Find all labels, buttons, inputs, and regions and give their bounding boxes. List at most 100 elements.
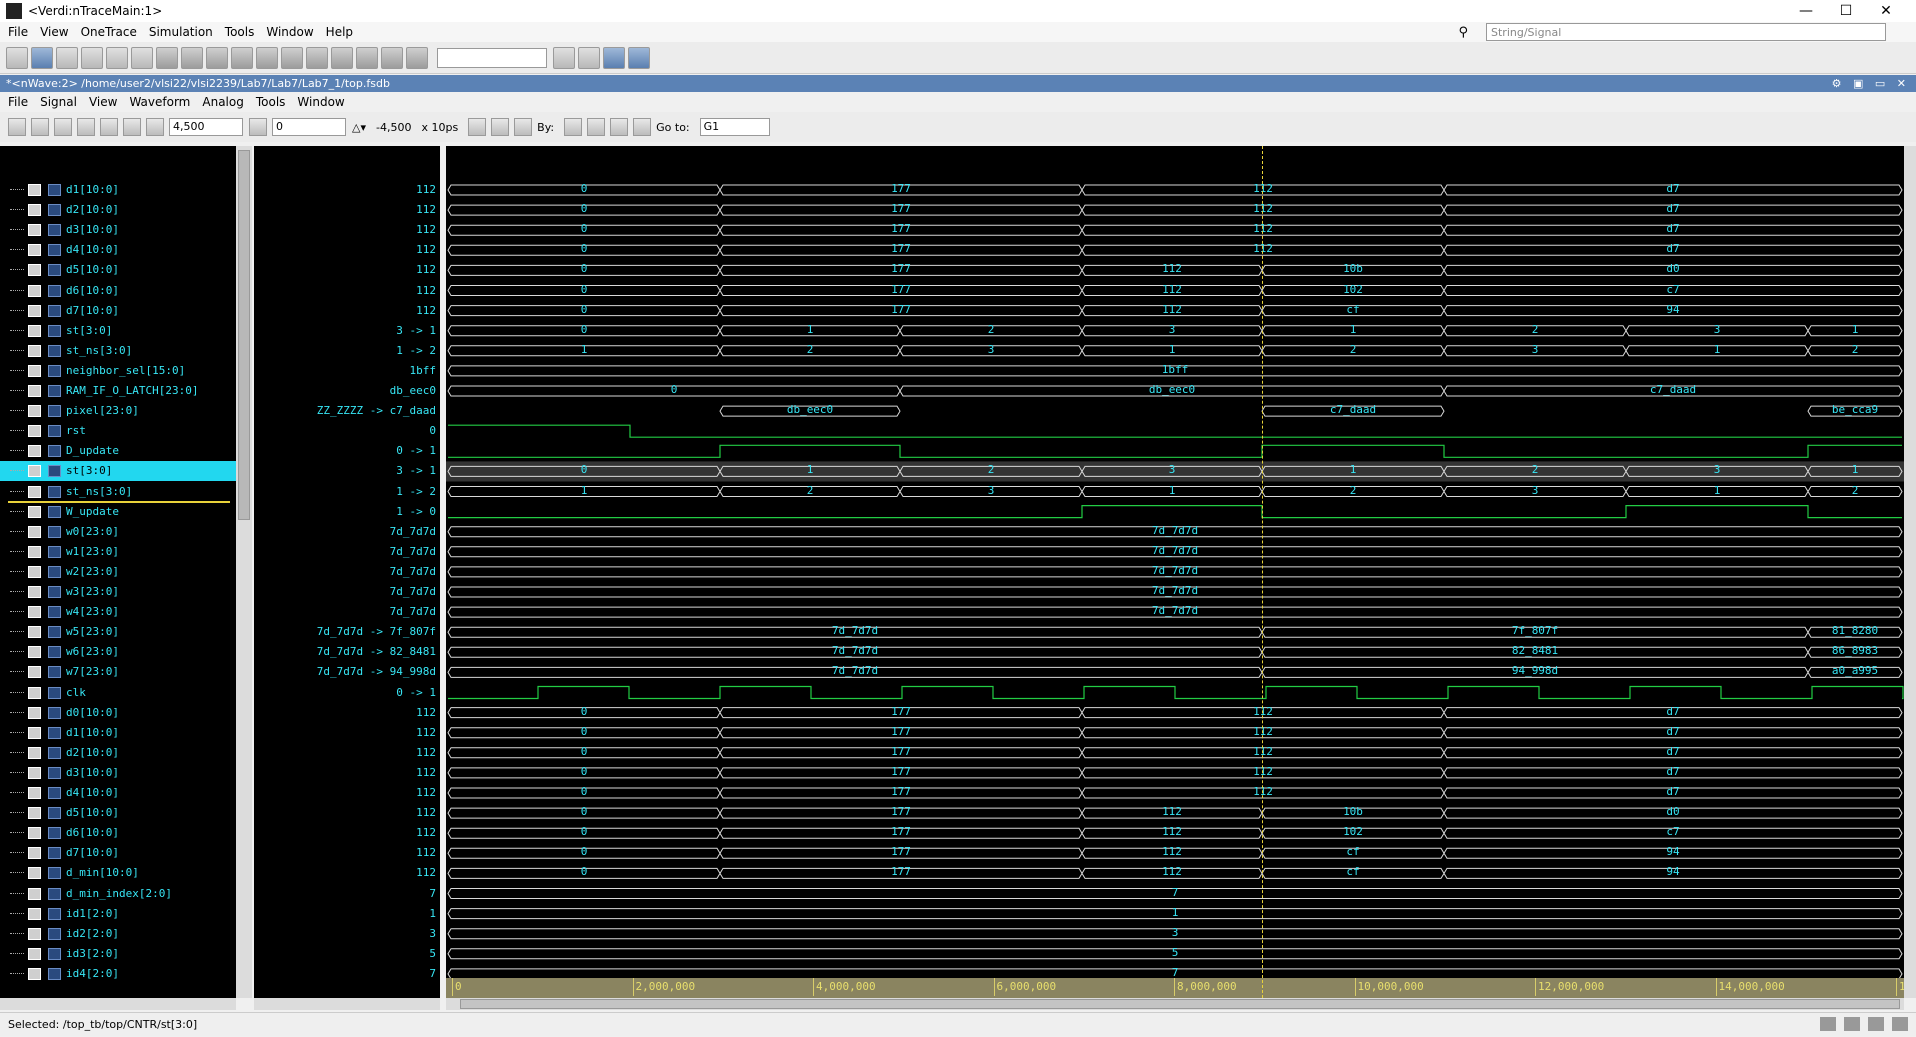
signal-row[interactable]: d1[10:0] [0,723,236,743]
wave-menu-window[interactable]: Window [297,95,344,109]
signal-row[interactable]: d2[10:0] [0,200,236,220]
signal-hscroll[interactable] [0,998,236,1010]
signal-row[interactable]: rst [0,421,236,441]
signal-row[interactable]: w1[23:0] [0,542,236,562]
signal-row[interactable]: D_update [0,441,236,461]
menu-tools[interactable]: Tools [225,25,255,39]
signal-row[interactable]: w6[23:0] [0,642,236,662]
signal-row[interactable]: d0[10:0] [0,703,236,723]
zoom-find-icon[interactable] [553,46,575,69]
signal-row[interactable]: w4[23:0] [0,602,236,622]
search-icon[interactable]: ⚲ [1458,25,1468,40]
signal-row[interactable]: d7[10:0] [0,301,236,321]
signal-row[interactable]: w2[23:0] [0,562,236,582]
search-clear-icon[interactable] [633,118,652,136]
hierarchy-icon[interactable] [356,46,378,69]
wave-menu-analog[interactable]: Analog [202,95,243,109]
new-icon[interactable] [131,46,153,69]
signal-row[interactable]: d6[10:0] [0,281,236,301]
signal-row[interactable]: d_min_index[2:0] [0,884,236,904]
right-arrow-icon[interactable] [231,46,253,69]
run-icon[interactable] [628,46,650,69]
cursor-icon[interactable] [146,118,164,136]
signal-row[interactable]: id2[2:0] [0,924,236,944]
cut-icon[interactable] [77,118,95,136]
signal-row[interactable]: d7[10:0] [0,843,236,863]
signal-row[interactable]: d4[10:0] [0,783,236,803]
load-icon[interactable] [281,46,303,69]
zoom-select-icon[interactable] [578,46,600,69]
signal-row[interactable]: st_ns[3:0] [0,341,236,361]
scope-combo[interactable] [437,47,547,68]
marker-time-field[interactable]: 0 [272,118,346,136]
wave-vscroll[interactable] [1904,146,1916,998]
signal-row[interactable]: pixel[23:0] [0,401,236,421]
search-prev-icon[interactable] [587,118,606,136]
marker-icon[interactable] [249,118,267,136]
menu-help[interactable]: Help [326,25,353,39]
signal-row[interactable]: d4[10:0] [0,240,236,260]
wave-menu-waveform[interactable]: Waveform [129,95,190,109]
reload-icon[interactable] [31,118,49,136]
open-icon[interactable] [6,46,28,69]
search-input[interactable]: String/Signal [1486,23,1886,41]
signal-row[interactable]: w7[23:0] [0,662,236,682]
maximize-button[interactable]: ☐ [1826,0,1866,22]
signal-row[interactable]: w3[23:0] [0,582,236,602]
signal-row[interactable]: st_ns[3:0] [0,482,236,502]
goto-select[interactable]: G1 [699,118,770,136]
signal-row[interactable]: w5[23:0] [0,622,236,642]
schematic-icon[interactable] [56,46,78,69]
menu-view[interactable]: View [40,25,68,39]
zoom-fit-icon[interactable] [514,118,533,136]
left-arrow-icon[interactable] [206,46,228,69]
search-next-icon[interactable] [610,118,629,136]
signal-row[interactable]: d3[10:0] [0,763,236,783]
signal-row[interactable]: id3[2:0] [0,944,236,964]
menu-onetrace[interactable]: OneTrace [81,25,137,39]
layout-icon[interactable] [1844,1017,1860,1031]
signal-row[interactable]: clk [0,683,236,703]
signal-row[interactable]: W_update [0,502,236,522]
up-icon[interactable] [306,46,328,69]
paste-icon[interactable] [123,118,141,136]
flatten-icon[interactable] [381,46,403,69]
value-hscroll[interactable] [254,998,440,1010]
edit-icon[interactable] [106,46,128,69]
back-icon[interactable] [156,46,178,69]
signal-row[interactable]: neighbor_sel[15:0] [0,361,236,381]
wave-hscroll[interactable] [446,998,1904,1010]
signal-row[interactable]: w0[23:0] [0,522,236,542]
signal-row[interactable]: d1[10:0] [0,180,236,200]
signal-row[interactable]: d5[10:0] [0,803,236,823]
time-cursor[interactable] [1262,146,1263,998]
forward-icon[interactable] [181,46,203,69]
signal-row[interactable]: d6[10:0] [0,823,236,843]
search-by-icon[interactable] [564,118,583,136]
driver-icon[interactable] [256,46,278,69]
copy-icon[interactable] [100,118,118,136]
open-file-icon[interactable] [8,118,26,136]
debug-icon[interactable] [603,46,625,69]
wave-menu-file[interactable]: File [8,95,28,109]
signal-row[interactable]: RAM_IF_O_LATCH[23:0] [0,381,236,401]
home-icon[interactable] [1820,1017,1836,1031]
close-button[interactable]: ✕ [1866,0,1906,22]
menu-file[interactable]: File [8,25,28,39]
down-icon[interactable] [331,46,353,69]
minimize-button[interactable]: — [1786,0,1826,22]
waveform-panel[interactable]: 0 177 112 d7 0 177 112 d7 0 177 112 d7 0 177 112 d7 0 177… [446,146,1904,998]
menu-window[interactable]: Window [266,25,313,39]
cursor-time-field[interactable]: 4,500 [169,118,243,136]
signal-row[interactable]: id4[2:0] [0,964,236,984]
wave-window-controls[interactable]: ⚙ ▣ ▭ ✕ [1832,75,1910,92]
signal-row[interactable]: d5[10:0] [0,260,236,280]
signal-row[interactable]: id1[2:0] [0,904,236,924]
signal-row[interactable]: d_min[10:0] [0,863,236,883]
zoom-out-icon[interactable] [468,118,487,136]
find-icon[interactable] [406,46,428,69]
signal-row[interactable]: st[3:0] [0,321,236,341]
trace-icon[interactable] [31,46,53,69]
menu-simulation[interactable]: Simulation [149,25,213,39]
save-icon[interactable] [81,46,103,69]
